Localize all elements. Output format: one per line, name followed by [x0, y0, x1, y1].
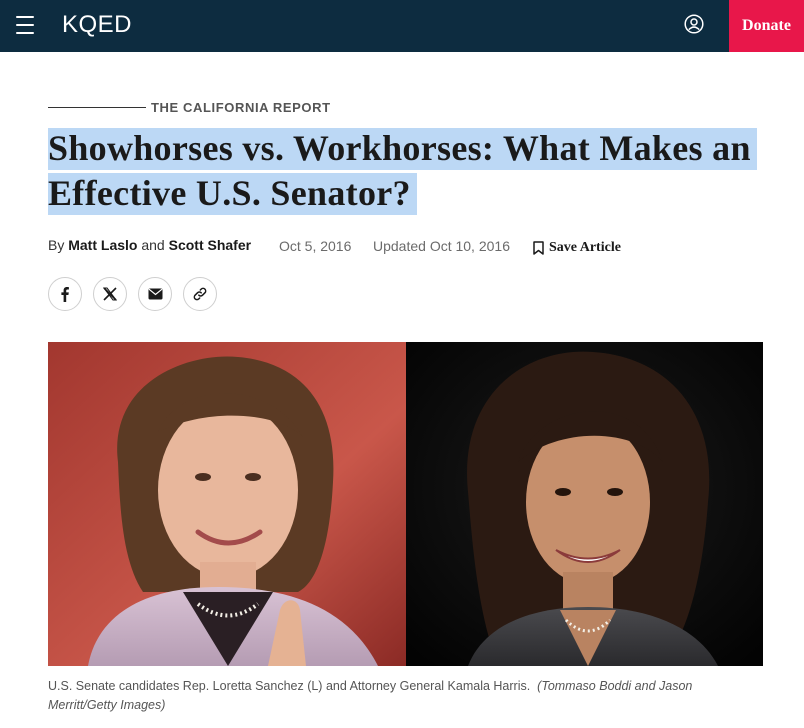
user-account-icon[interactable]: [684, 14, 704, 34]
bookmark-icon: [533, 241, 544, 255]
byline-prefix: By: [48, 237, 65, 253]
share-email-button[interactable]: [138, 277, 172, 311]
x-twitter-icon: [103, 287, 117, 301]
site-header: KQED Donate: [0, 0, 804, 52]
author-link-1[interactable]: Matt Laslo: [68, 237, 137, 253]
author-link-2[interactable]: Scott Shafer: [169, 237, 251, 253]
hamburger-menu-icon[interactable]: [16, 16, 34, 34]
byline: By Matt Laslo and Scott Shafer: [48, 237, 251, 253]
copy-link-icon: [193, 287, 207, 301]
section-kicker[interactable]: THE CALIFORNIA REPORT: [151, 100, 331, 115]
hero-image: [48, 342, 763, 666]
share-facebook-button[interactable]: [48, 277, 82, 311]
image-caption: U.S. Senate candidates Rep. Loretta Sanc…: [48, 677, 758, 715]
share-x-button[interactable]: [93, 277, 127, 311]
hero-photo-composite: [48, 342, 763, 666]
kicker-divider: [48, 107, 146, 108]
updated-date: Updated Oct 10, 2016: [373, 238, 510, 254]
kqed-logo[interactable]: KQED: [62, 11, 132, 39]
email-icon: [148, 288, 162, 300]
publish-date: Oct 5, 2016: [279, 238, 352, 254]
caption-text: U.S. Senate candidates Rep. Loretta Sanc…: [48, 679, 531, 693]
article-title-text: Showhorses vs. Workhorses: What Makes an…: [48, 128, 757, 215]
share-copy-link-button[interactable]: [183, 277, 217, 311]
article-title: Showhorses vs. Workhorses: What Makes an…: [48, 126, 768, 216]
facebook-icon: [61, 287, 69, 302]
byline-conjunction: and: [141, 237, 165, 253]
save-article-button[interactable]: Save Article: [533, 240, 621, 256]
donate-button[interactable]: Donate: [729, 0, 804, 52]
save-article-label: Save Article: [549, 240, 621, 255]
